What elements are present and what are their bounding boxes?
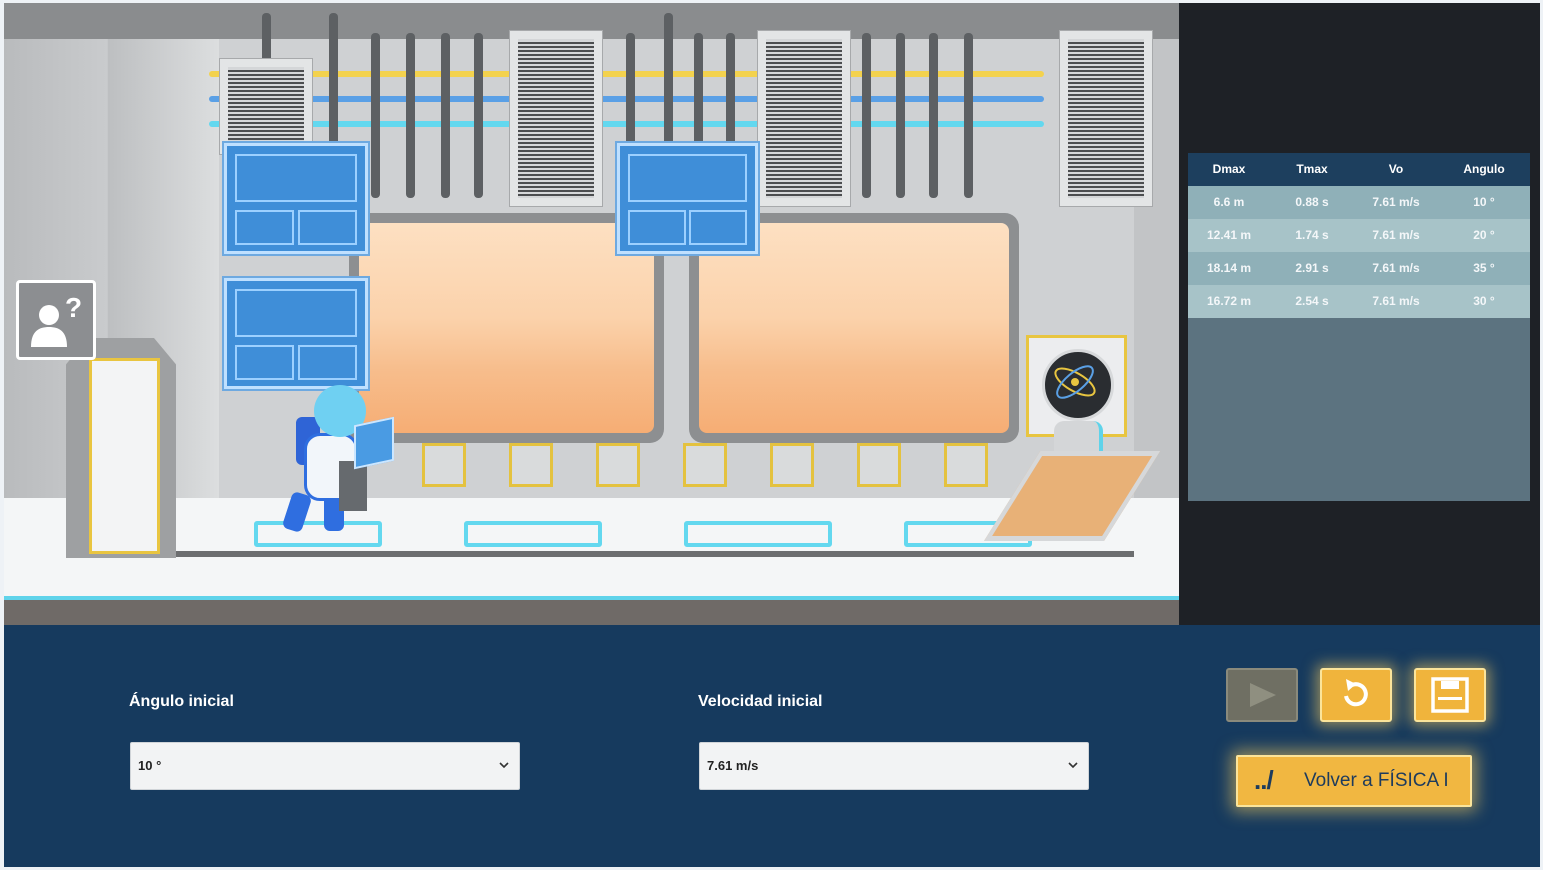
wall-panel: [422, 443, 466, 487]
wall-panel: [509, 443, 553, 487]
cell-vo: 7.61 m/s: [1372, 228, 1420, 242]
floor-tile: [254, 521, 382, 547]
help-button[interactable]: ?: [16, 280, 96, 360]
help-person-icon: ?: [31, 292, 82, 347]
cell-tmax: 2.54 s: [1295, 294, 1329, 308]
cable: [474, 33, 483, 198]
chevron-down-icon: [1068, 762, 1078, 769]
cell-tmax: 1.74 s: [1295, 228, 1329, 242]
play-button[interactable]: [1226, 668, 1298, 722]
lab-door-opening: [89, 358, 160, 554]
table-row: 16.72 m 2.54 s 7.61 m/s 30 °: [1188, 285, 1530, 318]
column-header-dmax: Dmax: [1212, 162, 1246, 176]
cell-dmax: 12.41 m: [1206, 228, 1252, 242]
angle-label: Ángulo inicial: [129, 693, 234, 710]
reset-button[interactable]: [1320, 668, 1392, 722]
cell-tmax: 0.88 s: [1295, 195, 1329, 209]
velocity-select-value: 7.61 m/s: [707, 758, 759, 773]
cell-dmax: 16.72 m: [1206, 294, 1252, 308]
play-icon: [1250, 683, 1276, 707]
control-tablet: [354, 416, 394, 470]
cell-angulo: 10 °: [1473, 195, 1495, 209]
column-header-vo: Vo: [1388, 162, 1404, 176]
cable: [896, 33, 905, 198]
control-bar: Ángulo inicial 10 ° Velocidad inicial 7.…: [4, 625, 1540, 867]
ground: [4, 600, 1179, 625]
wall-vent: [219, 58, 313, 155]
cell-dmax: 18.14 m: [1206, 261, 1252, 275]
svg-text:?: ?: [65, 292, 82, 323]
angle-select-value: 10 °: [138, 758, 162, 773]
wall-panel: [596, 443, 640, 487]
angle-select[interactable]: 10 °: [130, 742, 520, 790]
cell-angulo: 30 °: [1473, 294, 1495, 308]
info-screen: [224, 278, 368, 389]
wall-vent: [1059, 30, 1153, 207]
floor-tile: [684, 521, 832, 547]
cable: [441, 33, 450, 198]
cable: [862, 33, 871, 198]
velocity-label: Velocidad inicial: [698, 693, 823, 710]
control-stand: [339, 461, 367, 511]
save-icon: [1431, 677, 1469, 713]
table-row: 12.41 m 1.74 s 7.61 m/s 20 °: [1188, 219, 1530, 252]
column-header-tmax: Tmax: [1296, 162, 1328, 176]
cable: [929, 33, 938, 198]
simulation-scene: ?: [4, 3, 1179, 625]
app: ? Dmax Tmax Vo Angulo 6.6 m 0.88 s 7.61 …: [4, 3, 1540, 867]
table-row: 18.14 m 2.91 s 7.61 m/s 35 °: [1188, 252, 1530, 285]
cable: [371, 33, 380, 198]
floor-edge: [164, 551, 1134, 557]
chevron-down-icon: [499, 762, 509, 769]
cell-tmax: 2.91 s: [1295, 261, 1329, 275]
back-path-icon: ../: [1254, 765, 1274, 795]
back-button-label: Volver a FÍSICA I: [1304, 770, 1449, 791]
reset-icon: [1344, 679, 1368, 707]
target-icon: [1042, 349, 1114, 421]
cell-vo: 7.61 m/s: [1372, 294, 1420, 308]
velocity-select[interactable]: 7.61 m/s: [699, 742, 1089, 790]
back-to-fisica-button[interactable]: ../ Volver a FÍSICA I: [1236, 755, 1472, 807]
cell-vo: 7.61 m/s: [1372, 261, 1420, 275]
table-header: Dmax Tmax Vo Angulo: [1188, 153, 1530, 186]
column-header-angulo: Angulo: [1463, 162, 1505, 176]
table-row: 6.6 m 0.88 s 7.61 m/s 10 °: [1188, 186, 1530, 219]
results-table: Dmax Tmax Vo Angulo 6.6 m 0.88 s 7.61 m/…: [1188, 153, 1530, 501]
info-screen: [617, 143, 758, 254]
info-screen: [224, 143, 368, 254]
wall-panel: [944, 443, 988, 487]
floor-tile: [464, 521, 602, 547]
wall-vent: [757, 30, 851, 207]
wall-vent: [509, 30, 603, 207]
wall-panel: [770, 443, 814, 487]
cable: [964, 33, 973, 198]
cell-dmax: 6.6 m: [1213, 195, 1245, 209]
wall-panel: [683, 443, 727, 487]
cell-angulo: 20 °: [1473, 228, 1495, 242]
cell-angulo: 35 °: [1473, 261, 1495, 275]
cell-vo: 7.61 m/s: [1372, 195, 1420, 209]
wall-panel: [857, 443, 901, 487]
results-panel: Dmax Tmax Vo Angulo 6.6 m 0.88 s 7.61 m/…: [1179, 3, 1540, 625]
save-button[interactable]: [1414, 668, 1486, 722]
cable: [406, 33, 415, 198]
